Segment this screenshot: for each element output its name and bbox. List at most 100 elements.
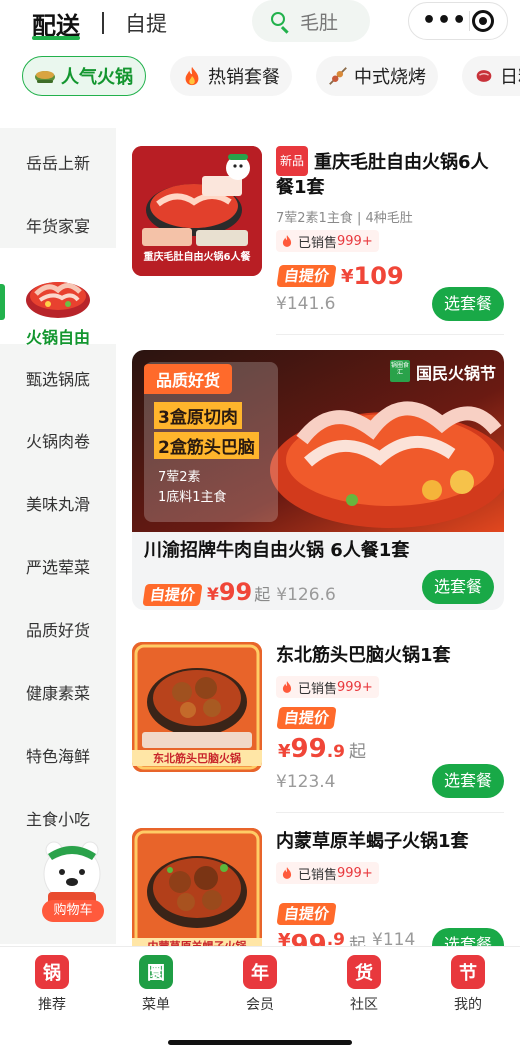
price-currency: ¥ bbox=[341, 265, 354, 287]
close-miniapp-icon[interactable] bbox=[472, 10, 495, 32]
product-image[interactable]: 东北筋头巴脑火锅 bbox=[132, 642, 262, 772]
pickup-price-tag: 自提价 bbox=[276, 903, 337, 925]
hotpot-bowl-icon bbox=[33, 64, 57, 88]
product-title-line2[interactable]: 餐1套 bbox=[276, 174, 325, 202]
price-suffix: 起 bbox=[349, 742, 367, 762]
lamb-spine-hotpot-illustration bbox=[132, 828, 262, 946]
tab-pickup[interactable]: 自提 bbox=[125, 8, 167, 38]
nav-member[interactable]: 年 会员 bbox=[230, 955, 290, 1014]
sidebar-item-quality-goods[interactable]: 品质好货 bbox=[0, 609, 116, 649]
fire-icon bbox=[180, 64, 204, 88]
product-image[interactable]: 内蒙草原羊蝎子火锅 bbox=[132, 828, 262, 946]
price-row: 自提价 ¥ 109 bbox=[276, 262, 404, 290]
category-label: 热销套餐 bbox=[208, 67, 280, 88]
nav-label: 会员 bbox=[246, 997, 274, 1013]
sidebar-item-soup-base[interactable]: 甄选锅底 bbox=[0, 358, 116, 398]
meat-icon bbox=[472, 64, 496, 88]
home-indicator bbox=[168, 1040, 352, 1045]
sold-count: 999+ bbox=[337, 679, 373, 695]
original-price: ¥126.6 bbox=[276, 585, 336, 605]
product-title[interactable]: 新品 重庆毛肚自由火锅6人 bbox=[276, 146, 489, 177]
new-badge: 新品 bbox=[276, 146, 309, 176]
product-price: 99 bbox=[218, 578, 253, 606]
nav-menu[interactable]: 圜 菜单 bbox=[126, 955, 186, 1014]
sidebar-item-meat-dishes[interactable]: 严选荤菜 bbox=[0, 546, 116, 586]
banner-line2: 2盒筋头巴脑 bbox=[154, 432, 259, 459]
category-pill-hot-sets[interactable]: 热销套餐 bbox=[170, 56, 292, 96]
banner-line3: 7荤2素 bbox=[158, 470, 201, 485]
product-price-decimal: .9 bbox=[326, 930, 346, 946]
sold-count-badge: 已销售 999+ bbox=[276, 862, 379, 884]
search-box[interactable]: 毛肚 bbox=[252, 0, 370, 42]
sidebar-item-meat-rolls[interactable]: 火锅肉卷 bbox=[0, 420, 116, 460]
category-label: 人气火锅 bbox=[61, 67, 133, 88]
category-pill-japanese[interactable]: 日料 bbox=[462, 56, 520, 96]
select-set-button[interactable]: 选套餐 bbox=[432, 287, 504, 321]
banner-line4: 1底料1主食 bbox=[158, 490, 227, 505]
sidebar-item-newyear-feast[interactable]: 年货家宴 bbox=[0, 205, 116, 245]
product-image[interactable]: 重庆毛肚自由火锅6人餐 bbox=[132, 146, 262, 276]
nav-mine[interactable]: 节 我的 bbox=[438, 955, 498, 1014]
price-row: 自提价 ¥ 99 起 ¥126.6 bbox=[142, 578, 336, 606]
tab-divider bbox=[102, 12, 104, 34]
price-row: 自提价 bbox=[276, 707, 337, 729]
sold-count: 999+ bbox=[337, 233, 373, 249]
original-price: ¥141.6 bbox=[276, 294, 336, 314]
profile-icon: 节 bbox=[451, 955, 485, 989]
price-row-amount: ¥ 99 .9 起 ¥114 bbox=[278, 930, 415, 946]
sidebar-item-seafood[interactable]: 特色海鲜 bbox=[0, 735, 116, 775]
select-set-button[interactable]: 选套餐 bbox=[432, 764, 504, 798]
price-currency: ¥ bbox=[278, 741, 291, 762]
product-title[interactable]: 东北筋头巴脑火锅1套 bbox=[276, 642, 451, 670]
sold-prefix: 已销售 bbox=[298, 235, 338, 251]
product-subtitle: 7荤2素1主食 | 4种毛肚 bbox=[276, 211, 413, 226]
select-set-button[interactable]: 选套餐 bbox=[432, 928, 504, 946]
banner-badge: 品质好货 bbox=[144, 364, 233, 394]
cart-button[interactable]: 购物车 bbox=[42, 900, 104, 922]
sidebar-item-staples-snacks[interactable]: 主食小吃 bbox=[0, 798, 116, 838]
original-price: ¥123.4 bbox=[276, 772, 336, 792]
divider bbox=[276, 334, 504, 335]
search-placeholder: 毛肚 bbox=[300, 11, 339, 34]
price-currency: ¥ bbox=[207, 585, 219, 605]
price-suffix: 起 bbox=[349, 935, 367, 946]
price-suffix: 起 bbox=[254, 585, 271, 604]
product-title-line1: 重庆毛肚自由火锅6人 bbox=[314, 152, 489, 173]
sidebar-active-label: 火锅自由 bbox=[25, 328, 90, 347]
pickup-price-tag: 自提价 bbox=[276, 265, 337, 287]
nav-label: 我的 bbox=[454, 997, 482, 1013]
fire-icon bbox=[282, 867, 292, 879]
sold-prefix: 已销售 bbox=[298, 681, 338, 697]
product-price: 109 bbox=[353, 262, 404, 290]
category-pill-popular-hotpot[interactable]: 人气火锅 bbox=[22, 56, 146, 96]
nav-label: 社区 bbox=[350, 997, 378, 1013]
thumb-caption: 内蒙草原羊蝎子火锅 bbox=[132, 938, 262, 946]
sidebar-active-indicator bbox=[0, 284, 5, 320]
hotpot-thumbnail-icon bbox=[26, 282, 90, 318]
nav-recommend[interactable]: 锅 推荐 bbox=[22, 955, 82, 1014]
product-price: 99 bbox=[290, 930, 327, 946]
brand-logo-small: 锅圈食汇 bbox=[390, 360, 410, 382]
sidebar-item-new[interactable]: 岳岳上新 bbox=[0, 142, 116, 182]
member-icon: 年 bbox=[243, 955, 277, 989]
select-set-button[interactable]: 选套餐 bbox=[422, 570, 494, 604]
fire-icon bbox=[282, 681, 292, 693]
sidebar-item-vegetables[interactable]: 健康素菜 bbox=[0, 672, 116, 712]
category-label: 中式烧烤 bbox=[354, 67, 426, 88]
product-title[interactable]: 内蒙草原羊蝎子火锅1套 bbox=[276, 828, 469, 856]
nav-community[interactable]: 货 社区 bbox=[334, 955, 394, 1014]
fire-icon bbox=[282, 235, 292, 247]
category-pill-bbq[interactable]: 中式烧烤 bbox=[316, 56, 438, 96]
more-options-icon[interactable]: ••• bbox=[422, 10, 467, 32]
featured-product-card[interactable]: 品质好货 3盒原切肉 2盒筋头巴脑 7荤2素 1底料1主食 锅圈食汇 国民火锅节… bbox=[132, 350, 504, 610]
nav-label: 推荐 bbox=[38, 997, 66, 1013]
thumb-caption: 东北筋头巴脑火锅 bbox=[132, 750, 262, 766]
miniapp-capsule: ••• bbox=[408, 2, 508, 40]
price-currency: ¥ bbox=[278, 930, 291, 946]
product-title: 川渝招牌牛肉自由火锅 6人餐1套 bbox=[144, 540, 410, 561]
menu-icon: 圜 bbox=[139, 955, 173, 989]
product-price-decimal: .9 bbox=[326, 742, 346, 762]
original-price: ¥114 bbox=[372, 930, 416, 946]
sold-count: 999+ bbox=[337, 865, 373, 881]
sidebar-item-meatballs[interactable]: 美味丸滑 bbox=[0, 483, 116, 523]
